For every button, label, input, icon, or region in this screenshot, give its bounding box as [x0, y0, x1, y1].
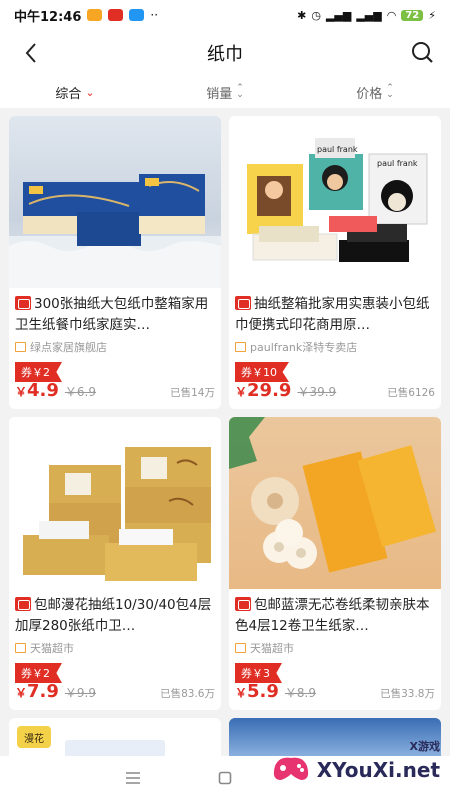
- wifi-icon: ◠: [386, 8, 397, 22]
- product-card[interactable]: 300张抽纸大包纸巾整箱家用卫生纸餐巾纸家庭实… 绿点家居旗舰店 券￥2 ￥4.…: [9, 116, 221, 409]
- price: ￥5.9: [235, 681, 279, 702]
- charging-icon: ⚡: [428, 8, 436, 22]
- product-image[interactable]: [9, 116, 221, 288]
- tmall-icon: [15, 296, 31, 310]
- coupon-badge: 券￥2: [15, 663, 62, 683]
- product-card[interactable]: 包邮漫花抽纸10/30/40包4层加厚280张纸巾卫… 天猫超市 券￥2 ￥7.…: [9, 417, 221, 710]
- product-card[interactable]: 包邮蓝漂无芯卷纸柔韧亲肤本色4层12卷卫生纸家… 天猫超市 券￥3 ￥5.9 ￥…: [229, 417, 441, 710]
- product-title[interactable]: 300张抽纸大包纸巾整箱家用卫生纸餐巾纸家庭实…: [9, 288, 221, 337]
- shop-name: 绿点家居旗舰店: [30, 341, 107, 354]
- menu-icon[interactable]: [122, 767, 144, 789]
- shop-name: paulfrank泽特专卖店: [250, 341, 358, 354]
- original-price: ￥39.9: [297, 385, 337, 399]
- search-icon[interactable]: [408, 39, 436, 67]
- sort-label: 价格: [356, 86, 383, 102]
- sold-count: 已售33.8万: [380, 688, 435, 700]
- shop-icon: [235, 342, 246, 352]
- product-image[interactable]: paul frank paul frank: [229, 116, 441, 288]
- shop-info[interactable]: 绿点家居旗舰店: [9, 337, 221, 357]
- product-grid: 300张抽纸大包纸巾整箱家用卫生纸餐巾纸家庭实… 绿点家居旗舰店 券￥2 ￥4.…: [9, 116, 441, 710]
- shop-name: 天猫超市: [30, 642, 74, 655]
- shop-info[interactable]: 天猫超市: [229, 638, 441, 658]
- tmall-icon: [235, 296, 251, 310]
- watermark-text: XYouXi.net: [316, 758, 440, 782]
- alarm-icon: ◷: [311, 8, 321, 22]
- status-bar: 中午12:46 ·· ✱ ◷ ▂▄▆ ▂▄▆ ◠ 72 ⚡: [0, 0, 450, 30]
- price: ￥29.9: [235, 380, 292, 401]
- tmall-icon: [235, 597, 251, 611]
- tmall-icon: [15, 597, 31, 611]
- product-title[interactable]: 包邮漫花抽纸10/30/40包4层加厚280张纸巾卫…: [9, 589, 221, 638]
- shop-icon: [15, 342, 26, 352]
- page-title: 纸巾: [207, 44, 243, 65]
- gamepad-logo-icon: [273, 757, 308, 780]
- more-dots-icon: ··: [150, 8, 159, 22]
- app-notification-icon: [87, 9, 103, 21]
- product-title[interactable]: 抽纸整箱批家用实惠装小包纸巾便携式印花商用原…: [229, 288, 441, 337]
- app-notification-icon: [108, 9, 124, 21]
- sort-label: 销量: [206, 86, 233, 102]
- price: ￥7.9: [15, 681, 59, 702]
- price: ￥4.9: [15, 380, 59, 401]
- signal-icon: ▂▄▆: [325, 8, 352, 22]
- coupon-badge: 券￥10: [235, 362, 289, 382]
- chevron-down-icon: ⌄: [85, 85, 95, 99]
- shop-icon: [15, 643, 26, 653]
- price-row: ￥4.9 ￥6.9 已售14万: [15, 380, 215, 401]
- sold-count: 已售83.6万: [160, 688, 215, 700]
- sort-arrows-icon: ⌃ ⌄: [386, 83, 394, 100]
- battery-icon: 72: [401, 9, 424, 21]
- product-title[interactable]: 包邮蓝漂无芯卷纸柔韧亲肤本色4层12卷卫生纸家…: [229, 589, 441, 638]
- home-icon[interactable]: [214, 767, 236, 789]
- price-row: ￥7.9 ￥9.9 已售83.6万: [15, 681, 215, 702]
- bluetooth-icon: ✱: [297, 8, 307, 22]
- coupon-badge: 券￥3: [235, 663, 282, 683]
- price-row: ￥29.9 ￥39.9 已售6126: [235, 380, 435, 401]
- product-card[interactable]: paul frank paul frank 抽纸整箱批家用实惠装小包纸巾便携式印…: [229, 116, 441, 409]
- shop-info[interactable]: 天猫超市: [9, 638, 221, 658]
- product-image[interactable]: [9, 417, 221, 589]
- original-price: ￥8.9: [284, 686, 316, 700]
- brand-text: paul frank: [317, 145, 358, 154]
- status-time: 中午12:46: [14, 9, 82, 25]
- watermark: XYouXi.net: [271, 750, 440, 790]
- brand-text: paul frank: [377, 159, 418, 168]
- original-price: ￥9.9: [64, 686, 96, 700]
- coupon-badge: 券￥2: [15, 362, 62, 382]
- app-notification-icon: [129, 9, 145, 21]
- original-price: ￥6.9: [64, 385, 96, 399]
- shop-name: 天猫超市: [250, 642, 294, 655]
- product-card-partial[interactable]: 漫花: [9, 718, 221, 758]
- brand-logo: 漫花: [17, 726, 51, 748]
- sort-price[interactable]: 价格 ⌃ ⌄: [300, 83, 450, 102]
- back-arrow-icon[interactable]: [16, 38, 46, 68]
- nav-bar: 纸巾: [0, 30, 450, 76]
- sort-bar: 综合 ⌄ 销量 ⌃ ⌄ 价格 ⌃ ⌄: [0, 76, 450, 108]
- shop-info[interactable]: paulfrank泽特专卖店: [229, 337, 441, 357]
- sort-comprehensive[interactable]: 综合 ⌄: [0, 83, 150, 102]
- signal-icon: ▂▄▆: [356, 8, 382, 22]
- shop-icon: [235, 643, 246, 653]
- price-row: ￥5.9 ￥8.9 已售33.8万: [235, 681, 435, 702]
- sold-count: 已售14万: [170, 387, 215, 399]
- sort-label: 综合: [55, 86, 82, 102]
- sort-sales[interactable]: 销量 ⌃ ⌄: [150, 83, 300, 102]
- sort-arrows-icon: ⌃ ⌄: [236, 83, 244, 100]
- product-image[interactable]: [229, 417, 441, 589]
- sold-count: 已售6126: [387, 387, 435, 399]
